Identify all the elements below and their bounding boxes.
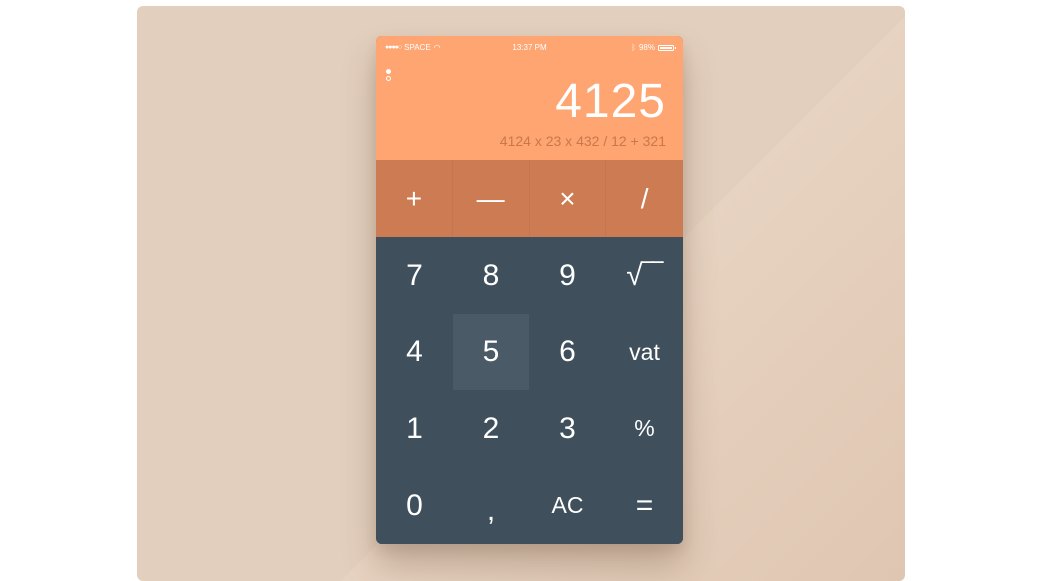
result-display: 4125	[555, 75, 666, 128]
comma-button[interactable]: ,	[453, 467, 529, 544]
key-1[interactable]: 1	[376, 390, 453, 467]
key-7[interactable]: 7	[376, 237, 453, 314]
minus-button[interactable]: —	[453, 160, 530, 237]
divide-button[interactable]: /	[606, 160, 683, 237]
plus-button[interactable]: +	[376, 160, 453, 237]
operator-row: + — × /	[376, 160, 683, 237]
calculator-app: ●●●●○ SPACE ◠ 13:37 PM ᛒ 98% 4125 4124 x…	[376, 36, 683, 544]
display-area: ●●●●○ SPACE ◠ 13:37 PM ᛒ 98% 4125 4124 x…	[376, 36, 683, 160]
key-0[interactable]: 0	[376, 467, 453, 544]
expression-display: 4124 x 23 x 432 / 12 + 321	[499, 133, 666, 149]
key-9[interactable]: 9	[529, 237, 606, 314]
key-5[interactable]: 5	[453, 314, 529, 390]
menu-dot-filled	[386, 69, 391, 74]
key-3[interactable]: 3	[529, 390, 606, 467]
square-root-button[interactable]: √‾‾	[606, 237, 683, 314]
key-4[interactable]: 4	[376, 314, 453, 390]
clear-button[interactable]: AC	[529, 467, 606, 544]
vat-button[interactable]: vat	[606, 314, 683, 390]
percent-button[interactable]: %	[606, 390, 683, 467]
more-options-icon[interactable]	[386, 69, 394, 89]
bluetooth-icon: ᛒ	[631, 43, 636, 52]
menu-dot-outline	[386, 76, 391, 81]
keypad: 7 8 9 √‾‾ 4 5 6 vat 1 2 3 % 0 , AC =	[376, 237, 683, 544]
status-right: ᛒ 98%	[631, 43, 676, 52]
equals-button[interactable]: =	[606, 467, 683, 544]
battery-percent: 98%	[638, 43, 655, 52]
status-bar: ●●●●○ SPACE ◠ 13:37 PM ᛒ 98%	[376, 36, 683, 58]
multiply-button[interactable]: ×	[530, 160, 607, 237]
key-6[interactable]: 6	[529, 314, 606, 390]
key-8[interactable]: 8	[453, 237, 529, 314]
battery-icon	[658, 44, 676, 51]
key-2[interactable]: 2	[453, 390, 529, 467]
